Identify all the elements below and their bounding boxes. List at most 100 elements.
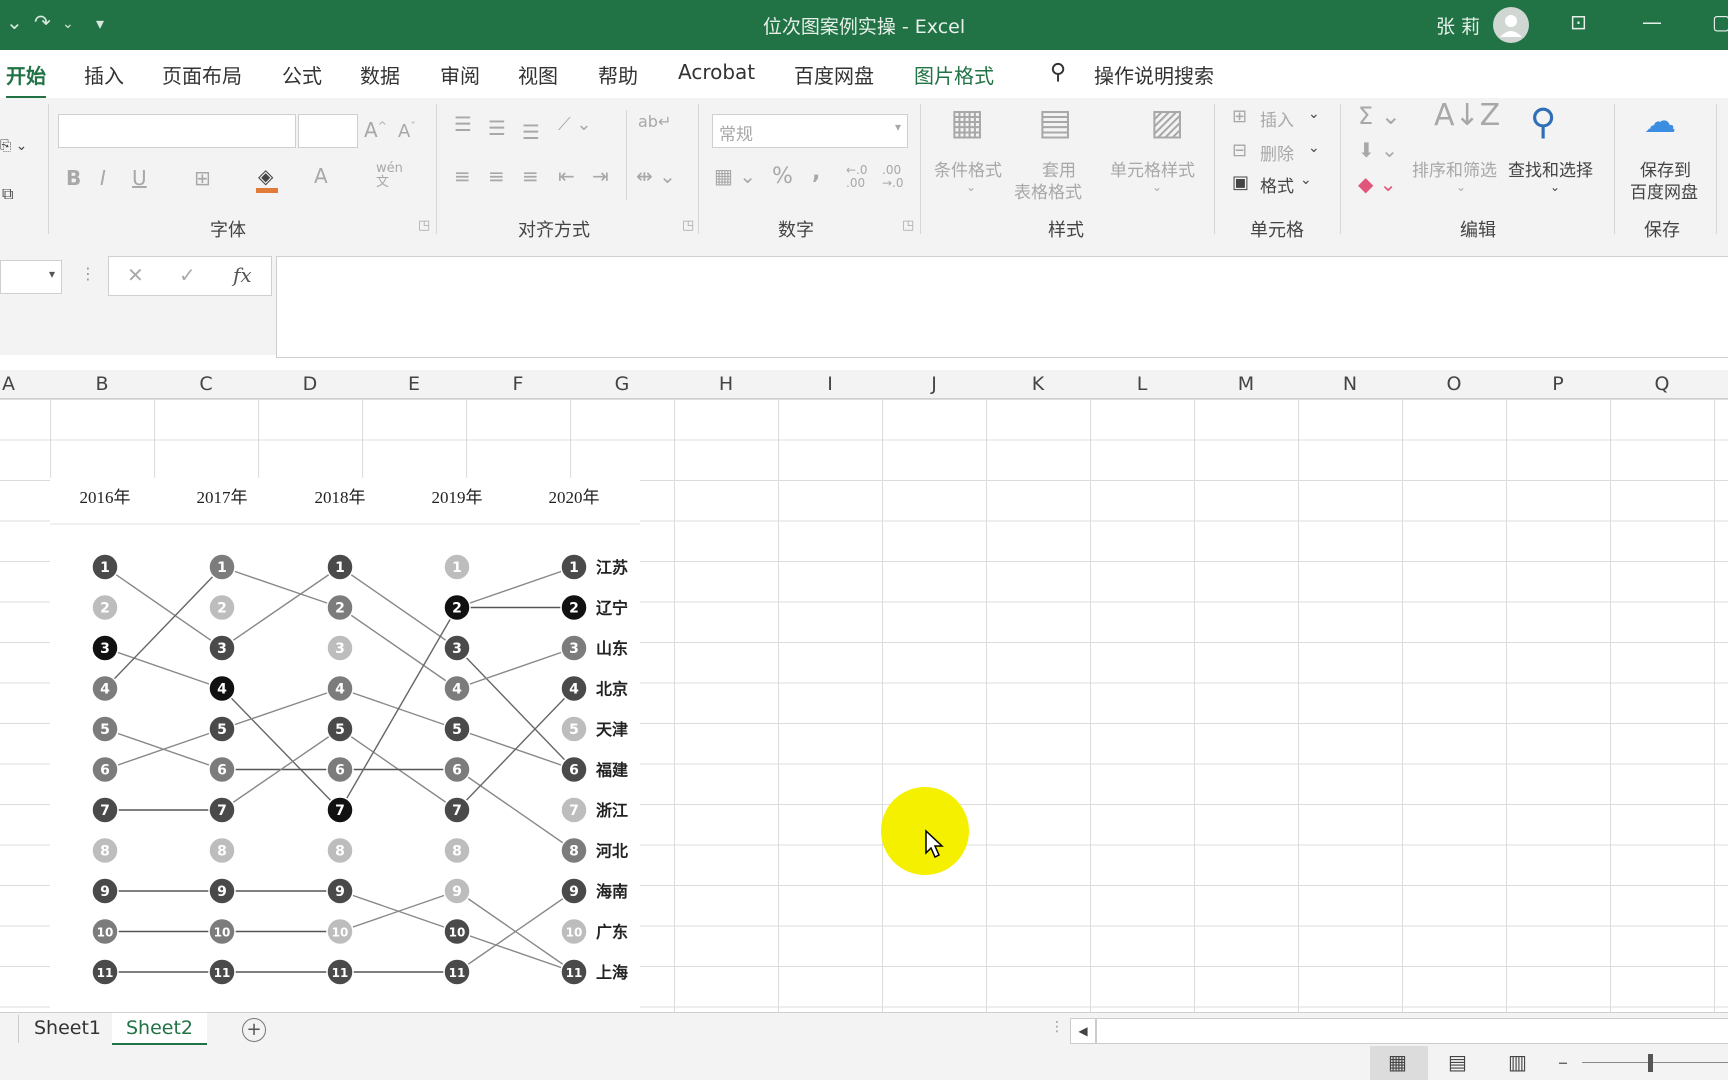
tab-3[interactable]: 公式: [282, 60, 322, 89]
bold-button[interactable]: B: [66, 166, 81, 190]
page-break-view-icon[interactable]: ▥: [1508, 1050, 1527, 1074]
column-header-A[interactable]: A: [2, 373, 15, 395]
conditional-format-button[interactable]: 条件格式: [934, 156, 1002, 181]
align-left-icon[interactable]: ≡: [454, 164, 471, 188]
number-dialog-launcher-icon[interactable]: ◳: [902, 218, 914, 233]
font-name-combo[interactable]: [58, 114, 296, 148]
format-as-table-line2[interactable]: 表格格式: [1014, 178, 1082, 203]
align-right-icon[interactable]: ≡: [522, 164, 539, 188]
column-header-K[interactable]: K: [1032, 373, 1044, 395]
column-header-O[interactable]: O: [1447, 373, 1462, 395]
column-header-F[interactable]: F: [513, 373, 524, 395]
wrap-text-icon[interactable]: ab↵: [638, 112, 671, 131]
borders-icon[interactable]: ⊞: [194, 166, 211, 190]
insert-cells-button[interactable]: 插入: [1260, 106, 1294, 131]
tab-7[interactable]: 帮助: [598, 60, 638, 89]
more-options-icon[interactable]: ⋮: [80, 264, 96, 283]
tab-1[interactable]: 插入: [84, 60, 124, 89]
font-size-combo[interactable]: [298, 114, 358, 148]
align-top-icon[interactable]: ☰: [454, 112, 472, 136]
delete-cells-button[interactable]: 删除: [1260, 140, 1294, 165]
italic-button[interactable]: I: [100, 166, 106, 190]
column-header-L[interactable]: L: [1137, 373, 1148, 395]
tab-4[interactable]: 数据: [360, 60, 400, 89]
align-bottom-icon[interactable]: ☰: [522, 120, 540, 144]
decrease-decimal-button[interactable]: .00 →.0: [882, 164, 904, 190]
add-sheet-button[interactable]: +: [242, 1018, 266, 1042]
merge-center-icon[interactable]: ⇹ ⌄: [636, 164, 676, 188]
font-color-button[interactable]: A: [314, 164, 328, 188]
zoom-out-button[interactable]: –: [1558, 1050, 1568, 1074]
splitter-icon[interactable]: ⋮: [1050, 1019, 1064, 1035]
enter-button[interactable]: ✓: [179, 263, 196, 287]
column-header-Q[interactable]: Q: [1655, 373, 1670, 395]
column-header-P[interactable]: P: [1552, 373, 1563, 395]
user-name[interactable]: 张 莉: [1436, 12, 1480, 39]
formula-input[interactable]: [276, 256, 1728, 358]
avatar[interactable]: [1493, 7, 1529, 43]
tab-5[interactable]: 审阅: [440, 60, 480, 89]
name-box[interactable]: ▾: [0, 260, 62, 294]
horizontal-scrollbar[interactable]: [1096, 1018, 1728, 1044]
rank-number: 4: [217, 682, 227, 698]
cancel-button[interactable]: ✕: [127, 263, 144, 287]
column-header-I[interactable]: I: [827, 373, 833, 395]
bump-chart[interactable]: 2016年 2017年 2018年 2019年 2020年 1 2 3 4 5 6 7 8 9 10 11 1 2…: [50, 478, 640, 1012]
column-header-G[interactable]: G: [615, 373, 630, 395]
column-header-M[interactable]: M: [1238, 373, 1254, 395]
zoom-slider-thumb[interactable]: [1648, 1054, 1653, 1072]
increase-decimal-button[interactable]: ←.0 .00: [846, 164, 868, 190]
cell-styles-button[interactable]: 单元格样式: [1110, 156, 1195, 181]
phonetic-button[interactable]: wén 文: [376, 162, 403, 190]
decrease-font-icon[interactable]: Aˇ: [398, 120, 416, 142]
insert-function-button[interactable]: fx: [233, 263, 252, 287]
dialog-launcher-icon[interactable]: ⧉: [2, 184, 13, 204]
column-header-N[interactable]: N: [1343, 373, 1357, 395]
rank-number: 10: [332, 926, 349, 940]
find-select-button[interactable]: 查找和选择: [1508, 156, 1593, 181]
minimize-icon[interactable]: —: [1642, 10, 1662, 34]
increase-indent-icon[interactable]: ⇥: [592, 164, 609, 188]
column-header-B[interactable]: B: [95, 373, 108, 395]
page-layout-view-icon[interactable]: ▤: [1448, 1050, 1467, 1074]
accounting-format-icon[interactable]: ▦ ⌄: [714, 164, 756, 188]
align-middle-icon[interactable]: ☰: [488, 116, 506, 140]
sort-filter-button[interactable]: 排序和筛选: [1412, 156, 1497, 181]
percent-button[interactable]: %: [772, 164, 793, 189]
tab-0[interactable]: 开始: [6, 60, 46, 99]
tab-2[interactable]: 页面布局: [162, 60, 242, 89]
number-format-combo[interactable]: 常规 ▾: [712, 114, 908, 148]
restore-icon[interactable]: ▢: [1712, 10, 1728, 34]
copy-icon[interactable]: ⎘ ⌄: [0, 138, 27, 154]
tell-me-search[interactable]: 操作说明搜索: [1094, 60, 1214, 89]
column-header-H[interactable]: H: [719, 373, 733, 395]
save-to-baidu-line2[interactable]: 百度网盘: [1630, 178, 1698, 203]
normal-view-icon[interactable]: ▦: [1388, 1050, 1407, 1074]
column-header-C[interactable]: C: [199, 373, 212, 395]
column-header-D[interactable]: D: [303, 373, 318, 395]
column-header-J[interactable]: J: [931, 373, 937, 395]
sheet-tab-sheet1[interactable]: Sheet1: [20, 1013, 115, 1045]
zoom-slider[interactable]: [1582, 1062, 1728, 1063]
fill-color-icon[interactable]: ◈: [258, 164, 273, 188]
tab-6[interactable]: 视图: [518, 60, 558, 89]
tab-9[interactable]: 百度网盘: [794, 60, 874, 89]
orientation-icon[interactable]: ⟋ ⌄: [558, 114, 591, 135]
tab-8[interactable]: Acrobat: [678, 60, 755, 84]
ribbon-display-icon[interactable]: ⊡: [1570, 10, 1587, 34]
fill-icon[interactable]: ⬇ ⌄: [1358, 138, 1398, 162]
scroll-left-button[interactable]: ◀: [1070, 1018, 1096, 1044]
comma-button[interactable]: ,: [812, 160, 820, 185]
font-dialog-launcher-icon[interactable]: ◳: [418, 218, 430, 233]
underline-button[interactable]: U: [132, 166, 147, 190]
autosum-icon[interactable]: Σ ⌄: [1358, 102, 1401, 130]
tab-10[interactable]: 图片格式: [914, 60, 994, 89]
column-header-E[interactable]: E: [408, 373, 420, 395]
alignment-dialog-launcher-icon[interactable]: ◳: [682, 218, 694, 233]
sheet-tab-sheet2[interactable]: Sheet2: [112, 1013, 208, 1045]
increase-font-icon[interactable]: A^: [364, 118, 387, 142]
align-center-icon[interactable]: ≡: [488, 164, 505, 188]
decrease-indent-icon[interactable]: ⇤: [558, 164, 575, 188]
format-cells-button[interactable]: 格式: [1260, 172, 1294, 197]
clear-icon[interactable]: ◆ ⌄: [1358, 172, 1397, 196]
